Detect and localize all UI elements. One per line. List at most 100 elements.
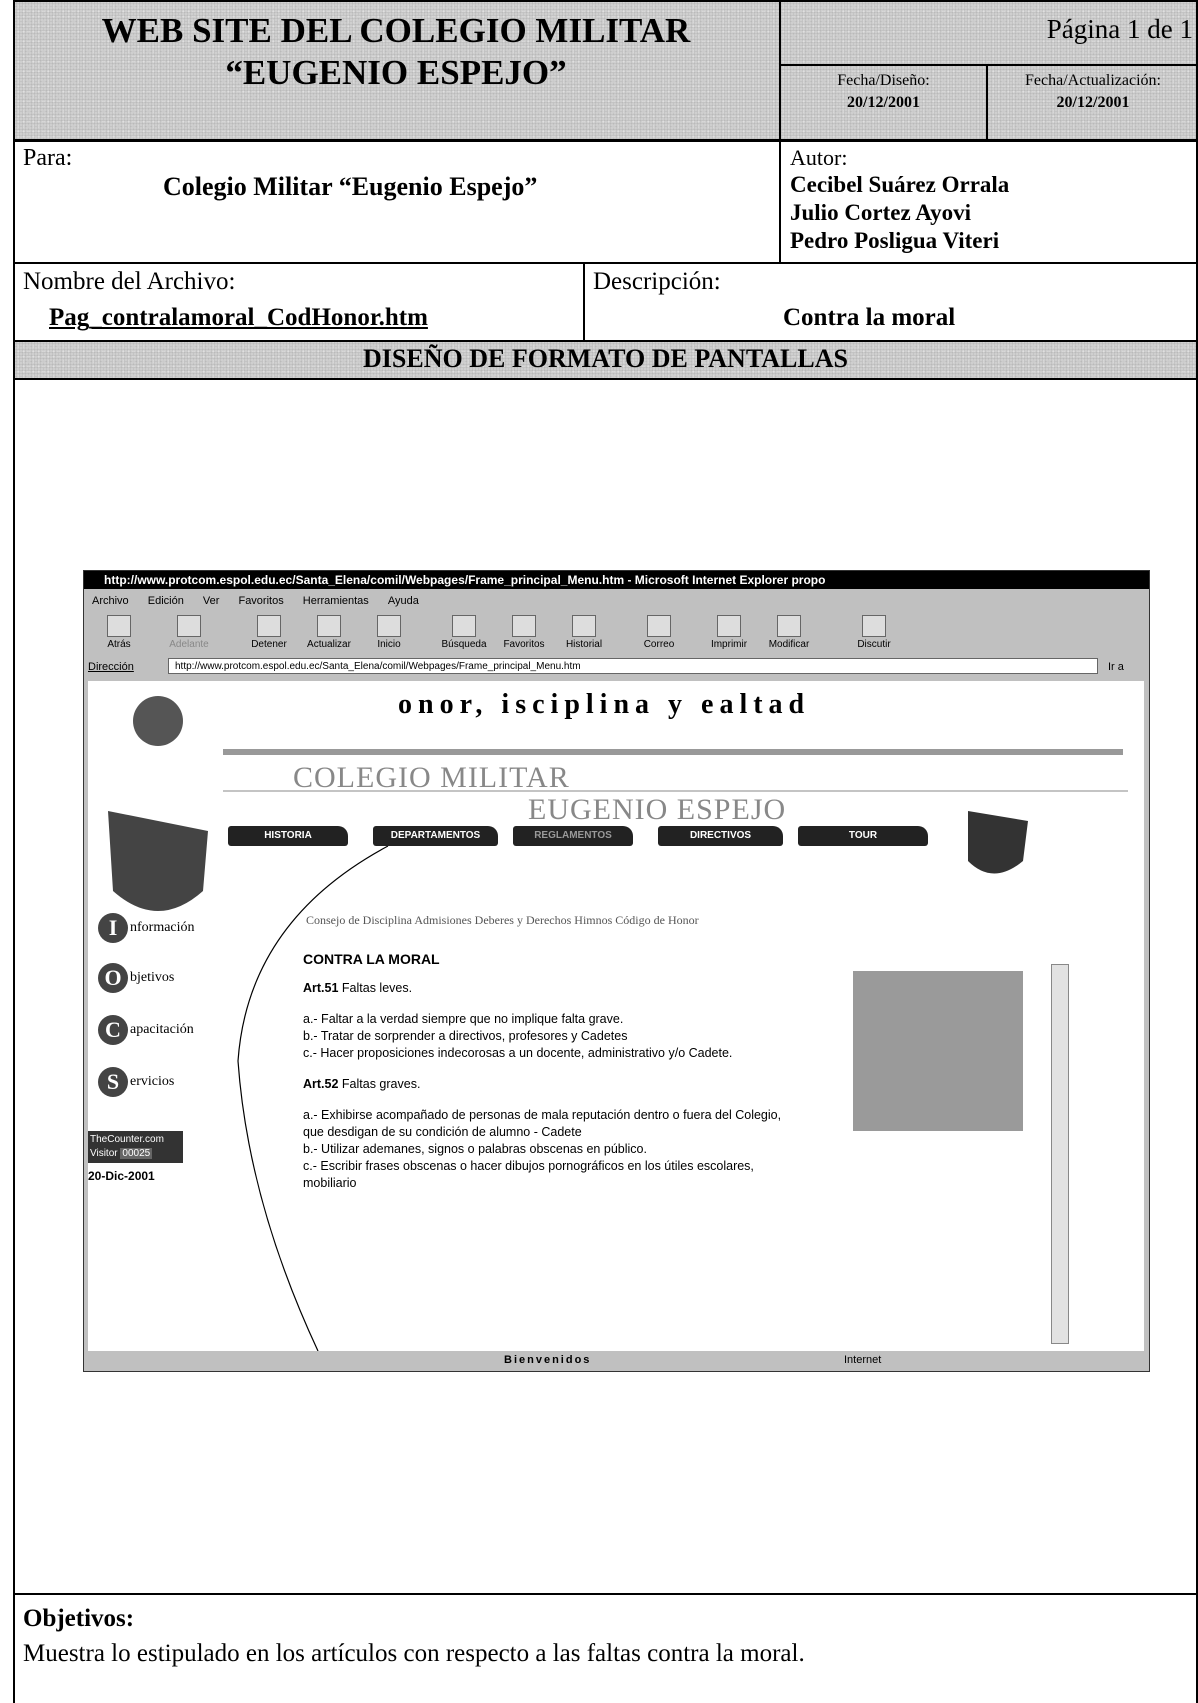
divider [779,64,1198,66]
autor-name-1: Cecibel Suárez Orrala [790,172,1010,197]
search-icon [452,615,476,637]
menu-herramientas[interactable]: Herramientas [303,595,369,607]
fecha-diseno: 20/12/2001 [847,94,920,111]
zone-text: Internet [844,1354,882,1366]
objetivos-label: Objetivos: [23,1605,135,1632]
back-icon [107,615,131,637]
art52-item-b: b.- Utilizar ademanes, signos o palabras… [303,1142,647,1156]
fecha-actualizacion-label: Fecha/Actualización: [1025,72,1161,89]
go-button[interactable]: Ir a [1108,657,1124,677]
forward-button[interactable]: Adelante [159,613,219,650]
print-button[interactable]: Imprimir [699,613,759,650]
small-crest-icon [968,811,1028,874]
status-text: Bienvenidos [504,1354,592,1366]
title-line-2: “EUGENIO ESPEJO” [225,53,567,92]
autor-label: Autor: [790,145,848,170]
divider [13,1593,1198,1595]
mail-button[interactable]: Correo [629,613,689,650]
search-button[interactable]: Búsqueda [434,613,494,650]
address-bar: Dirección http://www.protcom.espol.edu.e… [88,657,1143,677]
nav-reglamentos[interactable]: REGLAMENTOS [513,826,633,846]
address-input[interactable]: http://www.protcom.espol.edu.ec/Santa_El… [168,658,1098,674]
document-sheet: WEB SITE DEL COLEGIO MILITAR “EUGENIO ES… [13,0,1198,1703]
edit-icon [777,615,801,637]
favorites-button[interactable]: Favoritos [494,613,554,650]
address-label: Dirección [88,661,134,673]
site-colegio-1: COLEGIO MILITAR [293,761,570,794]
descripcion-label: Descripción: [593,268,721,295]
favorites-icon [512,615,536,637]
art51-number: Art.51 [303,981,339,995]
site-date: 20-Dic-2001 [88,1169,155,1183]
menu-ver[interactable]: Ver [203,595,220,607]
divider [13,262,1198,264]
refresh-icon [317,615,341,637]
nav-tour[interactable]: TOUR [798,826,928,846]
document-title: WEB SITE DEL COLEGIO MILITAR “EUGENIO ES… [13,10,779,94]
discuss-icon [862,615,886,637]
site-motto: onor, isciplina y ealtad [398,689,811,720]
archivo-label: Nombre del Archivo: [23,268,236,295]
site-colegio-2: EUGENIO ESPEJO [528,793,787,826]
left-nav-servicios[interactable]: Servicios [98,1067,174,1097]
home-icon [377,615,401,637]
helmet-icon [133,696,183,746]
art51-item-b: b.- Tratar de sorprender a directivos, p… [303,1029,628,1043]
home-button[interactable]: Inicio [359,613,419,650]
discuss-button[interactable]: Discutir [844,613,904,650]
status-bar: Bienvenidos Internet [84,1351,1149,1369]
objetivos-text: Muestra lo estipulado en los artículos c… [23,1640,805,1667]
browser-toolbar: Atrás Adelante Detener Actualizar Inicio… [84,613,1149,653]
divider [583,262,585,342]
back-button[interactable]: Atrás [89,613,149,650]
art51-title: Faltas leves. [338,981,413,995]
nav-directivos[interactable]: DIRECTIVOS [658,826,783,846]
content-title: CONTRA LA MORAL [303,951,440,967]
print-icon [717,615,741,637]
menu-ayuda[interactable]: Ayuda [388,595,419,607]
archivo-value: Pag_contralamoral_CodHonor.htm [49,304,428,331]
browser-title: http://www.protcom.espol.edu.ec/Santa_El… [84,571,1149,589]
descripcion-value: Contra la moral [783,304,956,331]
section-title: DISEÑO DE FORMATO DE PANTALLAS [363,344,848,373]
menu-edicion[interactable]: Edición [148,595,184,607]
art52-title: Faltas graves. [338,1077,421,1091]
content-scrollbar[interactable] [1051,964,1069,1344]
autor-name-2: Julio Cortez Ayovi [790,200,971,225]
stop-button[interactable]: Detener [239,613,299,650]
autor-name-3: Pedro Posligua Viteri [790,228,1000,253]
left-nav-objetivos[interactable]: Objetivos [98,963,174,993]
refresh-button[interactable]: Actualizar [299,613,359,650]
fecha-diseno-label: Fecha/Diseño: [837,72,930,89]
forward-icon [177,615,201,637]
edit-button[interactable]: Modificar [759,613,819,650]
sub-navigation[interactable]: Consejo de Disciplina Admisiones Deberes… [306,913,699,928]
nav-historia[interactable]: HISTORIA [228,826,348,846]
menu-favoritos[interactable]: Favoritos [238,595,283,607]
browser-menubar: Archivo Edición Ver Favoritos Herramient… [84,591,427,611]
left-nav-capacitacion[interactable]: Capacitación [98,1015,194,1045]
left-nav-informacion[interactable]: Información [98,913,195,943]
stop-icon [257,615,281,637]
photo-woman [853,971,1023,1131]
para-label: Para: [23,145,73,171]
visitor-counter: TheCounter.com Visitor 00025 [88,1131,183,1163]
art52-item-a: a.- Exhibirse acompañado de personas de … [303,1108,782,1139]
divider [13,140,1198,142]
divider [779,0,781,262]
history-button[interactable]: Historial [554,613,614,650]
crest-shield-icon [108,811,208,911]
title-line-1: WEB SITE DEL COLEGIO MILITAR [101,11,691,50]
nav-departamentos[interactable]: DEPARTAMENTOS [373,826,498,846]
para-value: Colegio Militar “Eugenio Espejo” [163,172,538,201]
article-content: CONTRA LA MORAL Art.51 Faltas leves. a.-… [303,951,803,1192]
browser-window: http://www.protcom.espol.edu.ec/Santa_El… [83,570,1150,1372]
menu-archivo[interactable]: Archivo [92,595,129,607]
fecha-actualizacion: 20/12/2001 [1056,94,1130,111]
art52-item-c: c.- Escribir frases obscenas o hacer dib… [303,1159,754,1190]
mail-icon [647,615,671,637]
art51-item-a: a.- Faltar a la verdad siempre que no im… [303,1012,624,1026]
web-page: onor, isciplina y ealtad COLEGIO MILITAR… [88,681,1144,1351]
top-band [223,749,1123,755]
history-icon [572,615,596,637]
